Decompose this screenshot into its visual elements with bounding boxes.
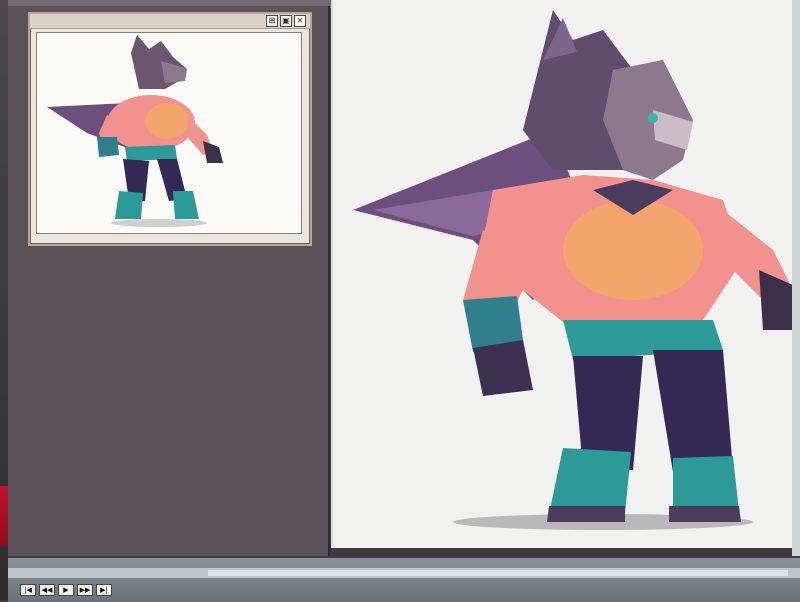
window-edge	[792, 0, 800, 600]
fast-forward-icon[interactable]: ▶▶	[77, 584, 93, 596]
first-frame-icon[interactable]: |◀	[20, 584, 36, 596]
preview-titlebar[interactable]: ⊞ ▣ ✕	[30, 14, 310, 29]
rewind-icon[interactable]: ◀◀	[39, 584, 55, 596]
window-controls: ⊞ ▣ ✕	[266, 15, 306, 27]
main-canvas[interactable]	[331, 0, 800, 548]
left-panel: ⊞ ▣ ✕	[8, 6, 330, 566]
preview-wolf-sprite	[47, 35, 223, 227]
maximize-icon[interactable]: ▣	[280, 15, 292, 27]
scrollbar-thumb[interactable]	[208, 570, 788, 576]
bottom-bar: |◀ ◀◀ ▶ ▶▶ ▶|	[8, 556, 800, 602]
close-icon[interactable]: ✕	[294, 15, 306, 27]
preview-window: ⊞ ▣ ✕	[28, 12, 312, 246]
play-icon[interactable]: ▶	[58, 584, 74, 596]
color-swatch-red[interactable]	[0, 486, 8, 546]
restore-icon[interactable]: ⊞	[266, 15, 278, 27]
frame-navigation: |◀ ◀◀ ▶ ▶▶ ▶|	[20, 584, 112, 596]
last-frame-icon[interactable]: ▶|	[96, 584, 112, 596]
horizontal-scrollbar[interactable]	[8, 568, 800, 578]
main-wolf-sprite	[353, 10, 799, 530]
preview-canvas	[36, 32, 302, 234]
